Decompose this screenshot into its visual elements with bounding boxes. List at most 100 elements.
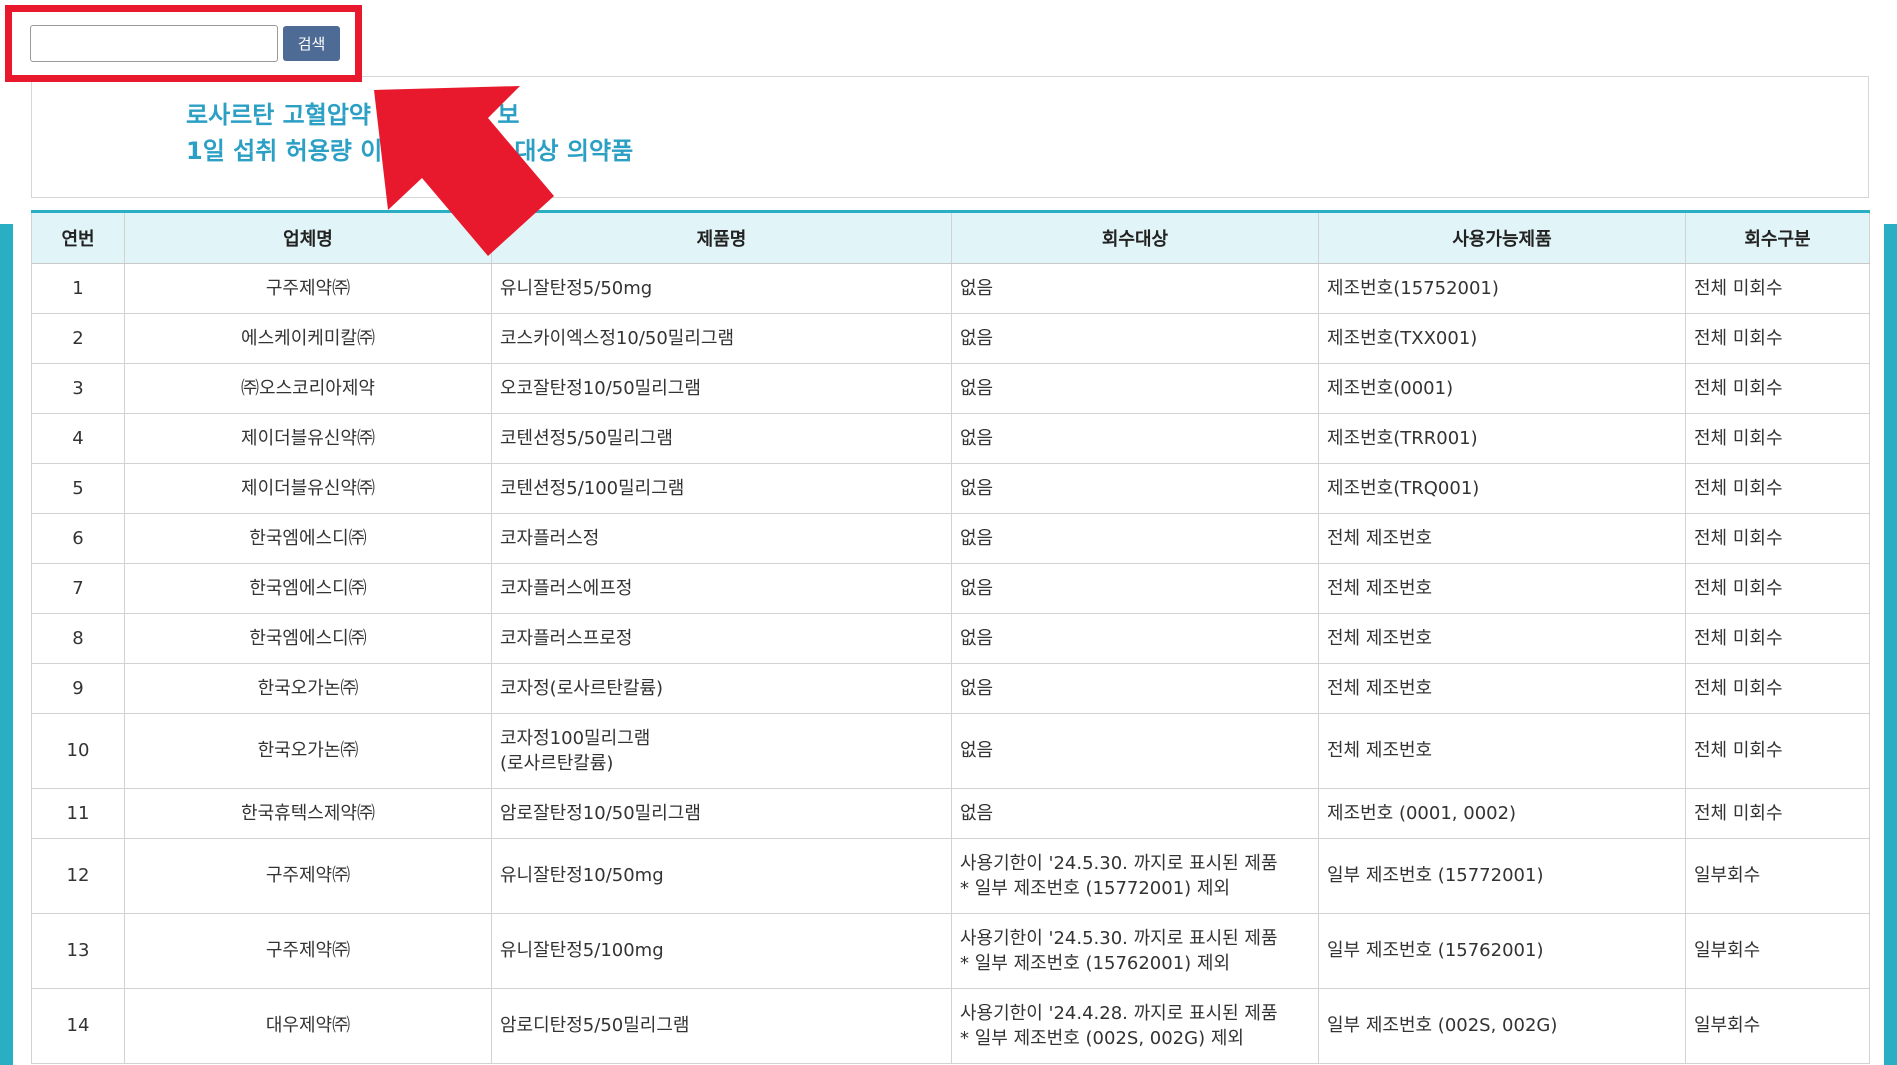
cell-company: 제이더블유신약㈜ — [124, 413, 492, 464]
cell-company: 한국엠에스디㈜ — [124, 513, 492, 564]
table-row: 8 한국엠에스디㈜ 코자플러스프로정 없음 전체 제조번호 전체 미회수 — [31, 613, 1870, 664]
cell-product: 유니잘탄정10/50mg — [491, 838, 952, 914]
cell-usable-product: 전체 제조번호 — [1318, 613, 1686, 664]
cell-usable-product: 제조번호(TXX001) — [1318, 313, 1686, 364]
cell-no: 7 — [31, 563, 125, 614]
table-row: 7 한국엠에스디㈜ 코자플러스에프정 없음 전체 제조번호 전체 미회수 — [31, 563, 1870, 614]
table-row: 6 한국엠에스디㈜ 코자플러스정 없음 전체 제조번호 전체 미회수 — [31, 513, 1870, 564]
cell-product: 코자플러스정 — [491, 513, 952, 564]
cell-recall-type: 전체 미회수 — [1685, 263, 1870, 314]
left-accent-bar — [0, 224, 13, 1065]
cell-company: 한국엠에스디㈜ — [124, 613, 492, 664]
table-row: 13 구주제약㈜ 유니잘탄정5/100mg 사용기한이 '24.5.30. 까지로 표… — [31, 913, 1870, 989]
page: 검색 로사르탄 고혈압약 보 1일 섭취 허용량 이니 대상 의약품 연번 업체명… — [0, 0, 1897, 1065]
cell-recall-type: 전체 미회수 — [1685, 788, 1870, 839]
table-row: 11 한국휴텍스제약㈜ 암로잘탄정10/50밀리그램 없음 제조번호 (0001, 00… — [31, 788, 1870, 839]
cell-recall-target: 없음 — [951, 363, 1319, 414]
header-no: 연번 — [31, 210, 125, 264]
cell-no: 4 — [31, 413, 125, 464]
cell-recall-type: 전체 미회수 — [1685, 463, 1870, 514]
cell-product: 코텐션정5/50밀리그램 — [491, 413, 952, 464]
cell-no: 1 — [31, 263, 125, 314]
cell-no: 11 — [31, 788, 125, 839]
cell-usable-product: 전체 제조번호 — [1318, 563, 1686, 614]
table-header-row: 연번 업체명 제품명 회수대상 사용가능제품 회수구분 — [31, 210, 1870, 264]
cell-product: 유니잘탄정5/100mg — [491, 913, 952, 989]
cell-product: 코자플러스에프정 — [491, 563, 952, 614]
header-product: 제품명 — [491, 210, 952, 264]
header-recall-type: 회수구분 — [1685, 210, 1870, 264]
cell-product: 코자정(로사르탄칼륨) — [491, 663, 952, 714]
cell-recall-target: 없음 — [951, 463, 1319, 514]
table-row: 12 구주제약㈜ 유니잘탄정10/50mg 사용기한이 '24.5.30. 까지로 표… — [31, 838, 1870, 914]
cell-recall-type: 전체 미회수 — [1685, 613, 1870, 664]
cell-company: 한국오가논㈜ — [124, 663, 492, 714]
cell-usable-product: 일부 제조번호 (15762001) — [1318, 913, 1686, 989]
cell-recall-type: 전체 미회수 — [1685, 713, 1870, 789]
cell-usable-product: 제조번호(15752001) — [1318, 263, 1686, 314]
cell-no: 9 — [31, 663, 125, 714]
cell-recall-target: 사용기한이 '24.4.28. 까지로 표시된 제품 * 일부 제조번호 (00… — [951, 988, 1319, 1064]
red-arrow-icon — [374, 86, 554, 256]
cell-recall-type: 일부회수 — [1685, 838, 1870, 914]
cell-company: 한국오가논㈜ — [124, 713, 492, 789]
table-row: 2 에스케이케미칼㈜ 코스카이엑스정10/50밀리그램 없음 제조번호(TXX001) 전… — [31, 313, 1870, 364]
search-button[interactable]: 검색 — [283, 26, 340, 61]
cell-company: 한국엠에스디㈜ — [124, 563, 492, 614]
cell-no: 2 — [31, 313, 125, 364]
cell-company: 구주제약㈜ — [124, 913, 492, 989]
cell-recall-type: 전체 미회수 — [1685, 413, 1870, 464]
cell-product: 코자플러스프로정 — [491, 613, 952, 664]
cell-no: 6 — [31, 513, 125, 564]
table-body: 1 구주제약㈜ 유니잘탄정5/50mg 없음 제조번호(15752001) 전체 미회수 2… — [31, 263, 1870, 1064]
cell-recall-target: 없음 — [951, 263, 1319, 314]
table-row: 3 ㈜오스코리아제약 오코잘탄정10/50밀리그램 없음 제조번호(0001) 전체 미회… — [31, 363, 1870, 414]
cell-recall-type: 전체 미회수 — [1685, 513, 1870, 564]
cell-product: 코스카이엑스정10/50밀리그램 — [491, 313, 952, 364]
table-row: 9 한국오가논㈜ 코자정(로사르탄칼륨) 없음 전체 제조번호 전체 미회수 — [31, 663, 1870, 714]
cell-usable-product: 제조번호(0001) — [1318, 363, 1686, 414]
cell-no: 8 — [31, 613, 125, 664]
recall-table: 연번 업체명 제품명 회수대상 사용가능제품 회수구분 1 구주제약㈜ 유니잘탄정5… — [31, 210, 1870, 1064]
cell-product: 암로디탄정5/50밀리그램 — [491, 988, 952, 1064]
cell-product: 오코잘탄정10/50밀리그램 — [491, 363, 952, 414]
cell-recall-type: 전체 미회수 — [1685, 663, 1870, 714]
notice-line-1-start: 로사르탄 고혈압약 — [186, 101, 380, 129]
right-accent-bar — [1884, 224, 1897, 1065]
cell-recall-target: 사용기한이 '24.5.30. 까지로 표시된 제품 * 일부 제조번호 (15… — [951, 838, 1319, 914]
cell-usable-product: 제조번호(TRR001) — [1318, 413, 1686, 464]
recall-table-wrapper: 연번 업체명 제품명 회수대상 사용가능제품 회수구분 1 구주제약㈜ 유니잘탄정5… — [31, 210, 1870, 1064]
cell-recall-target: 없음 — [951, 413, 1319, 464]
cell-no: 14 — [31, 988, 125, 1064]
cell-product: 암로잘탄정10/50밀리그램 — [491, 788, 952, 839]
cell-company: 에스케이케미칼㈜ — [124, 313, 492, 364]
search-input[interactable] — [30, 25, 278, 62]
table-row: 10 한국오가논㈜ 코자정100밀리그램 (로사르탄칼륨) 없음 전체 제조번호 전체 미… — [31, 713, 1870, 789]
cell-company: 제이더블유신약㈜ — [124, 463, 492, 514]
cell-usable-product: 전체 제조번호 — [1318, 513, 1686, 564]
cell-product: 유니잘탄정5/50mg — [491, 263, 952, 314]
cell-no: 10 — [31, 713, 125, 789]
header-usable-product: 사용가능제품 — [1318, 210, 1686, 264]
cell-no: 3 — [31, 363, 125, 414]
cell-company: 한국휴텍스제약㈜ — [124, 788, 492, 839]
table-row: 4 제이더블유신약㈜ 코텐션정5/50밀리그램 없음 제조번호(TRR001) 전체 미회… — [31, 413, 1870, 464]
cell-usable-product: 일부 제조번호 (002S, 002G) — [1318, 988, 1686, 1064]
cell-no: 13 — [31, 913, 125, 989]
cell-usable-product: 제조번호 (0001, 0002) — [1318, 788, 1686, 839]
cell-recall-target: 없음 — [951, 788, 1319, 839]
cell-usable-product: 제조번호(TRQ001) — [1318, 463, 1686, 514]
cell-recall-target: 없음 — [951, 713, 1319, 789]
table-row: 14 대우제약㈜ 암로디탄정5/50밀리그램 사용기한이 '24.4.28. 까지로 … — [31, 988, 1870, 1064]
cell-recall-target: 없음 — [951, 313, 1319, 364]
cell-usable-product: 전체 제조번호 — [1318, 663, 1686, 714]
cell-recall-target: 없음 — [951, 513, 1319, 564]
table-row: 5 제이더블유신약㈜ 코텐션정5/100밀리그램 없음 제조번호(TRQ001) 전체 미… — [31, 463, 1870, 514]
cell-company: ㈜오스코리아제약 — [124, 363, 492, 414]
notice-box: 로사르탄 고혈압약 보 1일 섭취 허용량 이니 대상 의약품 — [31, 76, 1869, 198]
cell-company: 구주제약㈜ — [124, 263, 492, 314]
cell-recall-target: 없음 — [951, 613, 1319, 664]
cell-product: 코텐션정5/100밀리그램 — [491, 463, 952, 514]
cell-recall-type: 전체 미회수 — [1685, 363, 1870, 414]
cell-recall-target: 없음 — [951, 563, 1319, 614]
